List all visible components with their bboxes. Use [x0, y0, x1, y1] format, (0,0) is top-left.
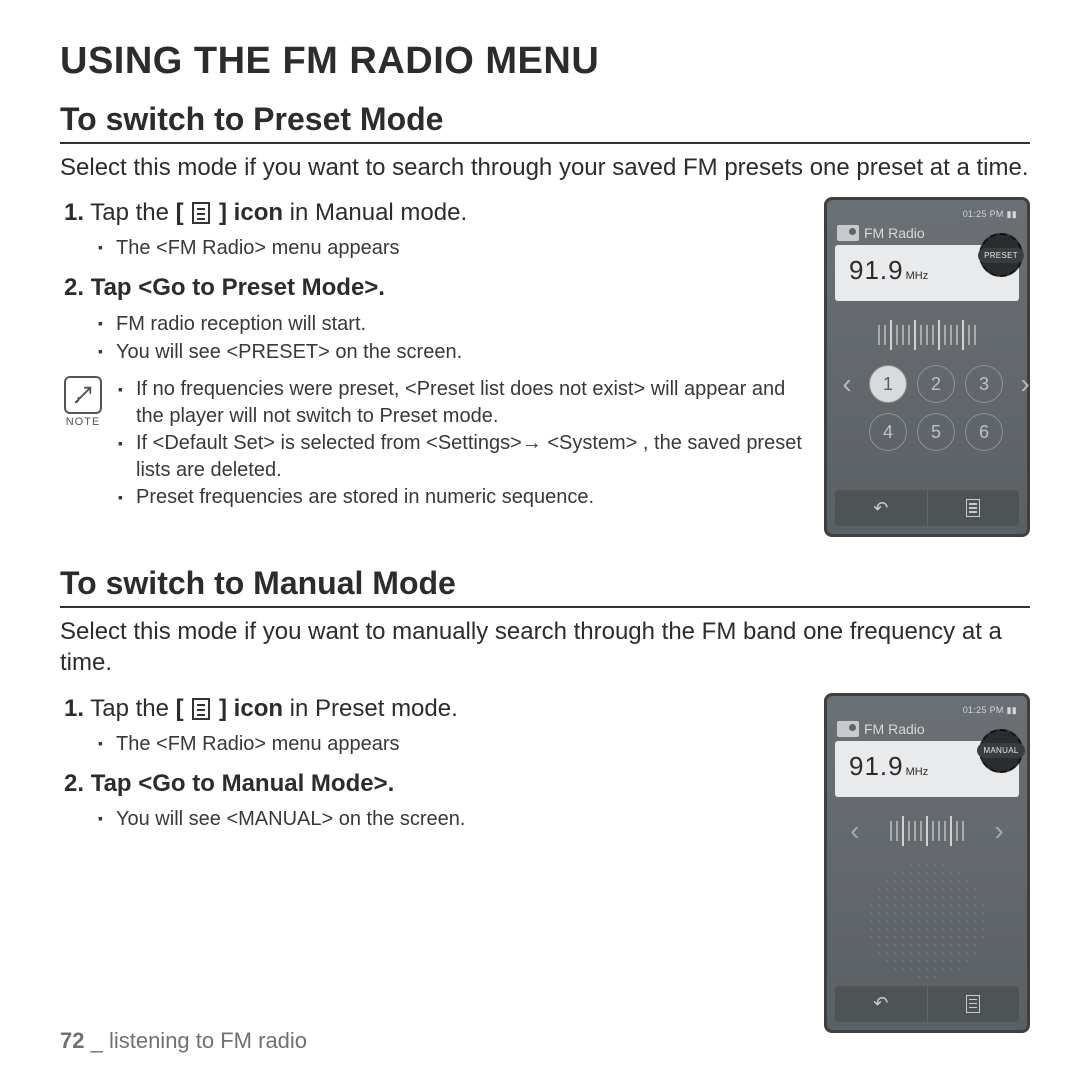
mode-indicator: PRESET — [979, 233, 1023, 277]
step-2a-bullets: FM radio reception will start. You will … — [98, 310, 804, 366]
step-number: 1. — [64, 695, 84, 722]
mode-text: MANUAL — [977, 743, 1024, 758]
device-app-title: FM Radio — [864, 225, 925, 241]
footer-chapter: listening to FM radio — [109, 1028, 307, 1053]
tuning-dial — [835, 311, 1019, 359]
step-2a: 2. Tap <Go to Preset Mode>. — [64, 272, 804, 303]
device-clock: 01:25 PM — [963, 209, 1004, 219]
step-number: 2. — [64, 770, 84, 797]
note-item: If <Default Set> is selected from <Setti… — [118, 430, 804, 484]
step-2b-bullets: You will see <MANUAL> on the screen. — [98, 805, 804, 833]
step-number: 2. — [64, 274, 84, 301]
step-text-pre: Tap the — [90, 695, 175, 722]
step-text-pre: Tap the — [90, 199, 175, 226]
preset-slot[interactable]: 2 — [917, 365, 955, 403]
frequency-panel: MANUAL 91.9MHz — [835, 741, 1019, 797]
preset-slot[interactable]: 3 — [965, 365, 1003, 403]
step-1a: 1. Tap the [ ] icon in Manual mode. — [64, 197, 804, 228]
chevron-left-icon[interactable]: ‹ — [850, 815, 859, 847]
step-text: Tap <Go to Manual Mode>. — [91, 770, 395, 797]
section-heading-preset: To switch to Preset Mode — [60, 101, 1030, 144]
preset-slot[interactable]: 1 — [869, 365, 907, 403]
mode-text: PRESET — [978, 248, 1024, 263]
section-intro-preset: Select this mode if you want to search t… — [60, 152, 1030, 183]
icon-word: icon — [234, 199, 283, 226]
device-clock: 01:25 PM — [963, 705, 1004, 715]
device-status-bar: 01:25 PM ▮▮ — [835, 704, 1019, 719]
device-app-title: FM Radio — [864, 721, 925, 737]
bullet: FM radio reception will start. — [98, 310, 804, 338]
page-footer: 72 _ listening to FM radio — [60, 1028, 307, 1054]
bullet: The <FM Radio> menu appears — [98, 730, 804, 758]
step-text: Tap <Go to Preset Mode>. — [91, 274, 385, 301]
page-number: 72 — [60, 1028, 84, 1053]
device-screenshot-preset: 01:25 PM ▮▮ FM Radio PRESET 91.9MHz ‹ 1 … — [824, 197, 1030, 537]
bullet: You will see <PRESET> on the screen. — [98, 338, 804, 366]
device-status-bar: 01:25 PM ▮▮ — [835, 208, 1019, 223]
page-title: USING THE FM RADIO MENU — [60, 40, 1030, 83]
note-item: If no frequencies were preset, <Preset l… — [118, 376, 804, 430]
bullet: The <FM Radio> menu appears — [98, 234, 804, 262]
preset-number-grid: ‹ 1 2 3 › 4 5 6 — [835, 365, 1019, 451]
chevron-left-icon[interactable]: ‹ — [835, 368, 859, 400]
speaker-icon — [867, 861, 987, 979]
tuning-dial: ‹ › — [835, 807, 1019, 855]
frequency-panel: PRESET 91.9MHz — [835, 245, 1019, 301]
preset-slot[interactable]: 4 — [869, 413, 907, 451]
step-2b: 2. Tap <Go to Manual Mode>. — [64, 768, 804, 799]
frequency-unit: MHz — [906, 766, 929, 778]
icon-word: icon — [234, 695, 283, 722]
step-1a-bullets: The <FM Radio> menu appears — [98, 234, 804, 262]
note-list: If no frequencies were preset, <Preset l… — [118, 376, 804, 511]
bullet: You will see <MANUAL> on the screen. — [98, 805, 804, 833]
preset-slot[interactable]: 6 — [965, 413, 1003, 451]
mode-indicator: MANUAL — [979, 729, 1023, 773]
menu-button[interactable] — [928, 490, 1020, 526]
step-1b-bullets: The <FM Radio> menu appears — [98, 730, 804, 758]
back-button[interactable]: ↶ — [835, 490, 928, 526]
device-footer-bar: ↶ — [835, 490, 1019, 526]
step-number: 1. — [64, 199, 84, 226]
note-block: NOTE If no frequencies were preset, <Pre… — [60, 376, 804, 511]
radio-icon — [837, 721, 859, 737]
preset-slot[interactable]: 5 — [917, 413, 955, 451]
frequency-unit: MHz — [906, 270, 929, 282]
menu-icon — [192, 698, 210, 720]
section-heading-manual: To switch to Manual Mode — [60, 565, 1030, 608]
step-1b: 1. Tap the [ ] icon in Preset mode. — [64, 693, 804, 724]
device-screenshot-manual: 01:25 PM ▮▮ FM Radio MANUAL 91.9MHz ‹ › … — [824, 693, 1030, 1033]
menu-button[interactable] — [928, 986, 1020, 1022]
section-intro-manual: Select this mode if you want to manually… — [60, 616, 1030, 678]
menu-icon — [192, 202, 210, 224]
chevron-right-icon[interactable]: › — [994, 815, 1003, 847]
note-icon: NOTE — [60, 376, 106, 511]
step-text-post: in Preset mode. — [283, 695, 458, 722]
frequency-value: 91.9 — [849, 751, 904, 781]
chevron-right-icon[interactable]: › — [1013, 368, 1037, 400]
frequency-value: 91.9 — [849, 255, 904, 285]
step-text-post: in Manual mode. — [283, 199, 467, 226]
note-item: Preset frequencies are stored in numeric… — [118, 484, 804, 511]
back-button[interactable]: ↶ — [835, 986, 928, 1022]
device-footer-bar: ↶ — [835, 986, 1019, 1022]
radio-icon — [837, 225, 859, 241]
note-label: NOTE — [60, 416, 106, 428]
footer-sep: _ — [84, 1028, 108, 1053]
